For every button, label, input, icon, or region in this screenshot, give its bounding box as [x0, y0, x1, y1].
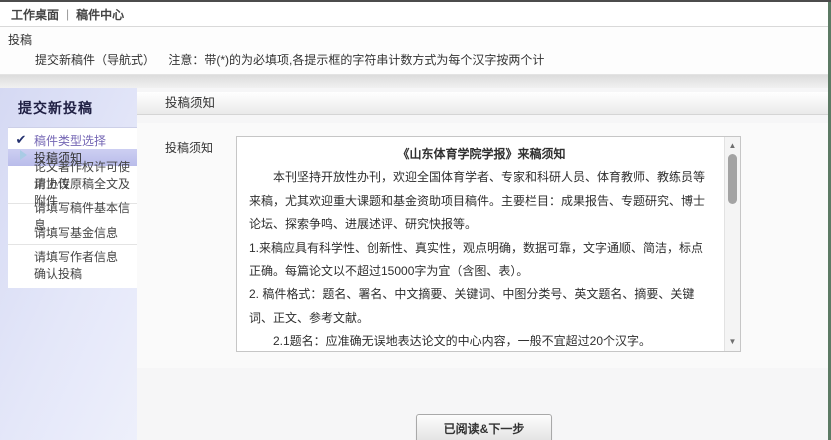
app-window: 工作桌面 | 稿件中心 投稿 提交新稿件（导航式） 注意：带(*)的为必填项,各…: [0, 0, 831, 440]
check-icon: ✔: [8, 131, 34, 150]
step-fund-info[interactable]: 请填写基金信息: [8, 224, 137, 241]
step-author-info[interactable]: 请填写作者信息: [8, 248, 137, 265]
scrollbar-thumb[interactable]: [728, 154, 737, 204]
nav-separator: |: [66, 7, 69, 21]
subnav-submit-link[interactable]: 投稿: [0, 31, 831, 48]
step-confirm-submission[interactable]: 确认投稿: [8, 265, 137, 282]
content-area: 提交新投稿 ✔ 稿件类型选择 投稿须知 论文著作权许可使用协议 请上传原稿全文及…: [0, 88, 831, 440]
sidebar-title: 提交新投稿: [18, 98, 137, 118]
menu-divider: [8, 244, 137, 245]
step-label: 请填写基金信息: [34, 224, 118, 241]
triangle-right-icon: [8, 149, 34, 166]
step-mode-title: 提交新稿件（导航式）: [35, 53, 155, 67]
read-and-next-button[interactable]: 已阅读&下一步: [416, 414, 553, 440]
nav-manuscript-center[interactable]: 稿件中心: [76, 6, 124, 23]
notice-scrollbar[interactable]: ▲ ▼: [724, 137, 740, 351]
notice-paragraph: 2. 稿件格式：题名、署名、中文摘要、关键词、中图分类号、英文题名、摘要、关键词…: [249, 283, 714, 330]
required-fields-note: 注意：带(*)的为必填项,各提示框的字符串计数方式为每个汉字按两个计: [168, 53, 544, 67]
scroll-up-icon[interactable]: ▲: [725, 140, 740, 152]
notice-title: 《山东体育学院学报》来稿须知: [249, 143, 714, 166]
action-row: 已阅读&下一步: [137, 414, 831, 440]
notice-form: 投稿须知 《山东体育学院学报》来稿须知 本刊坚持开放性办刊，欢迎全国体育学者、专…: [137, 123, 831, 368]
notice-paragraph: 本刊坚持开放性办刊，欢迎全国体育学者、专家和科研人员、体育教师、教练员等来稿，尤…: [249, 166, 714, 236]
step-upload-fulltext[interactable]: 请上传原稿全文及附件: [8, 183, 137, 200]
divider-band: [0, 75, 831, 88]
step-label: 确认投稿: [34, 265, 82, 282]
wizard-steps-menu: ✔ 稿件类型选择 投稿须知 论文著作权许可使用协议 请上传原稿全文及附件: [8, 127, 137, 288]
scroll-down-icon[interactable]: ▼: [725, 336, 740, 348]
notice-paragraph: 2.1题名：应准确无误地表达论文的中心内容，一般不宜超过20个汉字。: [249, 330, 714, 351]
notice-paragraph: 1.来稿应具有科学性、创新性、真实性，观点明确，数据可靠，文字通顺、简洁，标点正…: [249, 237, 714, 284]
notice-field-label: 投稿须知: [165, 136, 236, 352]
step-basic-info[interactable]: 请填写稿件基本信息: [8, 207, 137, 224]
step-manuscript-type[interactable]: ✔ 稿件类型选择: [8, 132, 137, 149]
wizard-sidebar: 提交新投稿 ✔ 稿件类型选择 投稿须知 论文著作权许可使用协议 请上传原稿全文及…: [0, 88, 137, 440]
notice-textbox[interactable]: 《山东体育学院学报》来稿须知 本刊坚持开放性办刊，欢迎全国体育学者、专家和科研人…: [236, 136, 741, 352]
nav-work-desktop[interactable]: 工作桌面: [11, 6, 59, 23]
page-note: 提交新稿件（导航式） 注意：带(*)的为必填项,各提示框的字符串计数方式为每个汉…: [0, 51, 831, 68]
top-nav-bar: 工作桌面 | 稿件中心: [0, 2, 831, 27]
page-title: 投稿须知: [137, 92, 831, 115]
main-panel: 投稿须知 投稿须知 《山东体育学院学报》来稿须知 本刊坚持开放性办刊，欢迎全国体…: [137, 88, 831, 440]
step-label: 稿件类型选择: [34, 132, 106, 149]
subnav-bar: 投稿 提交新稿件（导航式） 注意：带(*)的为必填项,各提示框的字符串计数方式为…: [0, 27, 831, 75]
step-label: 请填写作者信息: [34, 248, 118, 265]
notice-text: 《山东体育学院学报》来稿须知 本刊坚持开放性办刊，欢迎全国体育学者、专家和科研人…: [237, 137, 724, 351]
